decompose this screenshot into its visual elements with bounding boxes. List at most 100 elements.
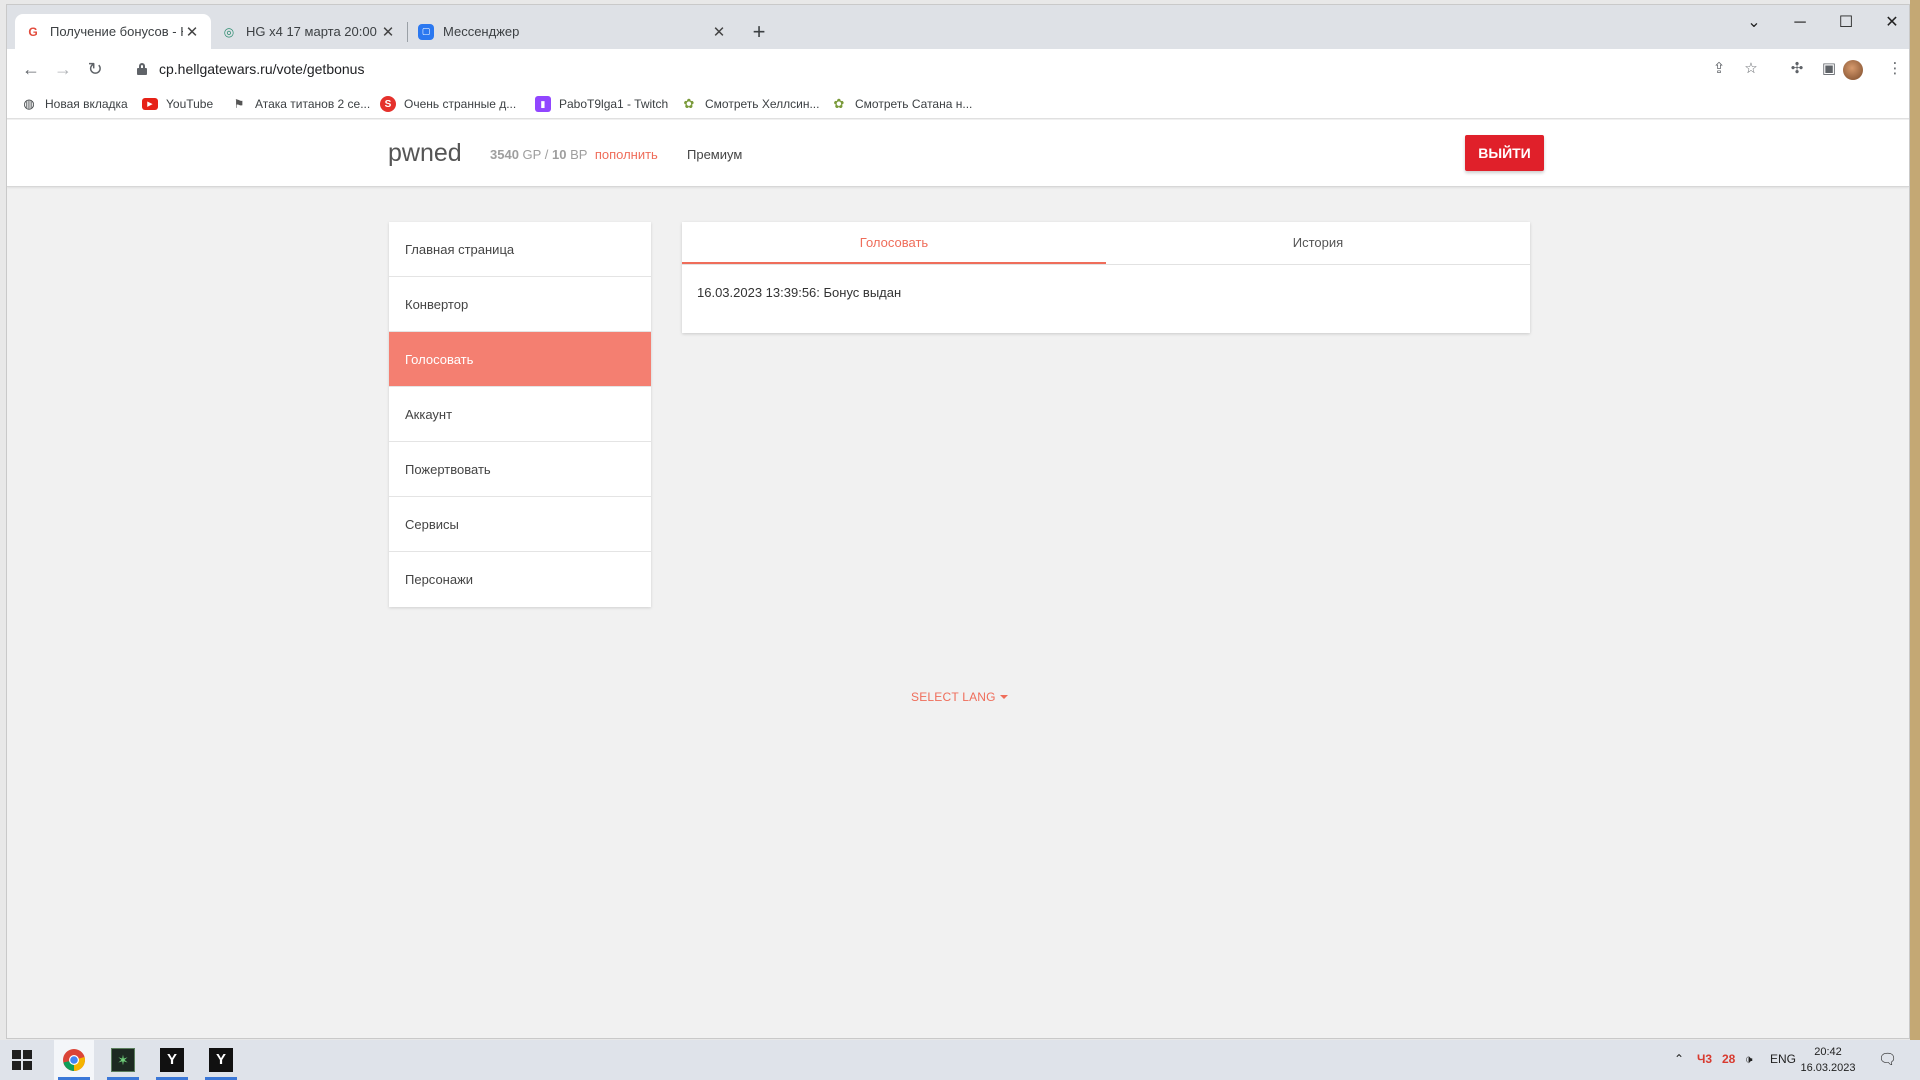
- premium-link[interactable]: Премиум: [687, 147, 742, 162]
- site-icon: ✿: [833, 96, 845, 111]
- bookmarks-bar: ◍ Новая вкладка ▶ YouTube ⚑ Атака титано…: [7, 89, 1909, 119]
- tab-title: HG x4 17 марта 20:00 | Марафон: [246, 24, 379, 39]
- bookmark-label: Атака титанов 2 се...: [255, 97, 371, 111]
- app-icon: ✶: [111, 1048, 135, 1072]
- bookmark-label: Очень странные д...: [404, 97, 517, 111]
- menu-icon[interactable]: ⋮: [1881, 55, 1909, 83]
- gp-amount: 3540: [490, 147, 519, 162]
- taskbar: ✶ Y Y ⌃ Ч3 28 🕩 ENG 20:42 16.03.2023 🗨: [0, 1040, 1920, 1080]
- avatar[interactable]: [1843, 60, 1863, 80]
- desktop-background-strip: [1910, 0, 1920, 1040]
- taskbar-chrome[interactable]: [54, 1040, 94, 1080]
- volume-icon[interactable]: 🕩: [1745, 1052, 1753, 1067]
- tray-indicator[interactable]: Ч3: [1697, 1052, 1712, 1066]
- chrome-icon: [63, 1049, 85, 1071]
- tab-title: Получение бонусов - Hellgate W: [50, 24, 183, 39]
- tab-marathon[interactable]: ◎ HG x4 17 марта 20:00 | Марафон ✕: [211, 14, 407, 49]
- bookmark-item[interactable]: ✿ Смотреть Хеллсин...: [681, 95, 820, 113]
- browser-toolbar: ← → ↻ cp.hellgatewars.ru/vote/getbonus ⇪…: [7, 49, 1909, 89]
- extensions-icon[interactable]: ✣: [1783, 55, 1811, 83]
- back-icon[interactable]: ←: [17, 55, 45, 83]
- select-lang-dropdown[interactable]: SELECT LANG: [911, 690, 1008, 704]
- select-lang-label: SELECT LANG: [911, 690, 996, 704]
- bp-unit: BP: [570, 147, 588, 162]
- bookmark-item[interactable]: ▮ PaboT9lga1 - Twitch: [535, 95, 668, 113]
- anime-icon: ⚑: [233, 97, 245, 111]
- sidebar-item-converter[interactable]: Конвертор: [389, 277, 651, 332]
- bookmark-item[interactable]: ✿ Смотреть Сатана н...: [831, 95, 973, 113]
- logout-button[interactable]: ВЫЙТИ: [1465, 135, 1544, 171]
- clock-time: 20:42: [1814, 1046, 1842, 1058]
- tab-vote[interactable]: Голосовать: [682, 222, 1106, 264]
- bookmark-label: Новая вкладка: [45, 97, 128, 111]
- language-indicator[interactable]: ENG: [1770, 1052, 1796, 1066]
- bookmark-label: PaboT9lga1 - Twitch: [559, 97, 669, 111]
- tab-search-icon[interactable]: ⌄: [1731, 9, 1777, 37]
- sidebar-item-home[interactable]: Главная страница: [389, 222, 651, 277]
- bookmark-item[interactable]: ◍ Новая вкладка: [21, 95, 128, 113]
- url-text: cp.hellgatewars.ru/vote/getbonus: [159, 61, 365, 77]
- side-panel-icon[interactable]: ▣: [1815, 55, 1843, 83]
- minimize-button[interactable]: ─: [1777, 9, 1823, 37]
- sidebar-item-services[interactable]: Сервисы: [389, 497, 651, 552]
- twitch-icon: ▮: [535, 96, 551, 112]
- tab-strip: G Получение бонусов - Hellgate W ✕ ◎ HG …: [7, 5, 1909, 49]
- close-icon[interactable]: ✕: [710, 23, 728, 41]
- messenger-icon: ▢: [418, 23, 434, 40]
- reload-icon[interactable]: ↻: [81, 55, 109, 83]
- bookmark-label: Смотреть Хеллсин...: [705, 97, 820, 111]
- share-icon[interactable]: ⇪: [1705, 55, 1733, 83]
- app-icon: Y: [160, 1048, 184, 1072]
- site-icon: ✿: [683, 96, 695, 111]
- taskbar-app[interactable]: ✶: [103, 1040, 143, 1080]
- windows-start-icon[interactable]: [12, 1050, 32, 1070]
- gp-unit: GP: [522, 147, 542, 162]
- new-tab-button[interactable]: +: [745, 19, 773, 47]
- globe-icon: ◎: [223, 24, 235, 39]
- address-bar[interactable]: cp.hellgatewars.ru/vote/getbonus: [125, 55, 1785, 83]
- balance: 3540 GP / 10 BP пополнить: [490, 147, 658, 162]
- bookmark-label: Смотреть Сатана н...: [855, 97, 973, 111]
- clock-date: 16.03.2023: [1800, 1062, 1856, 1074]
- bp-amount: 10: [551, 147, 567, 162]
- hellgate-icon: G: [28, 24, 38, 39]
- tray-indicator[interactable]: 28: [1722, 1052, 1735, 1066]
- taskbar-app[interactable]: Y: [201, 1040, 241, 1080]
- app-icon: Y: [209, 1048, 233, 1072]
- lock-icon: [137, 63, 147, 75]
- vote-result-text: 16.03.2023 13:39:56: Бонус выдан: [697, 285, 902, 300]
- forward-icon[interactable]: →: [49, 55, 77, 83]
- close-icon[interactable]: ✕: [379, 23, 397, 41]
- bookmark-label: YouTube: [166, 97, 214, 111]
- maximize-button[interactable]: ☐: [1823, 9, 1869, 37]
- sidebar-item-vote[interactable]: Голосовать: [389, 332, 651, 387]
- sidebar-item-characters[interactable]: Персонажи: [389, 552, 651, 607]
- close-window-button[interactable]: ✕: [1869, 9, 1909, 37]
- topup-link[interactable]: пополнить: [595, 147, 658, 162]
- tab-history[interactable]: История: [1106, 222, 1530, 264]
- close-icon[interactable]: ✕: [183, 23, 201, 41]
- balance-separator: /: [544, 147, 549, 162]
- sidebar-menu: Главная страница Конвертор Голосовать Ак…: [389, 222, 651, 607]
- bookmark-item[interactable]: S Очень странные д...: [380, 95, 516, 113]
- streaming-icon: S: [380, 96, 396, 112]
- sidebar-item-donate[interactable]: Пожертвовать: [389, 442, 651, 497]
- caret-down-icon: [999, 695, 1008, 699]
- site-header: pwned 3540 GP / 10 BP пополнить Премиум …: [7, 120, 1909, 187]
- bookmark-item[interactable]: ▶ YouTube: [142, 95, 213, 113]
- tab-hellgate[interactable]: G Получение бонусов - Hellgate W ✕: [15, 14, 211, 49]
- content-tabs: Голосовать История: [682, 222, 1530, 265]
- bookmark-item[interactable]: ⚑ Атака титанов 2 се...: [231, 95, 371, 113]
- site-brand[interactable]: pwned: [388, 139, 462, 168]
- globe-icon: ◍: [23, 96, 35, 111]
- tab-title: Мессенджер: [443, 24, 520, 39]
- notifications-icon[interactable]: 🗨: [1878, 1050, 1897, 1068]
- tray-chevron-icon[interactable]: ⌃: [1674, 1052, 1684, 1066]
- browser-window: G Получение бонусов - Hellgate W ✕ ◎ HG …: [6, 4, 1910, 1039]
- tab-messenger[interactable]: ▢ Мессенджер ✕: [408, 14, 738, 49]
- sidebar-item-account[interactable]: Аккаунт: [389, 387, 651, 442]
- clock[interactable]: 20:42 16.03.2023: [1794, 1044, 1862, 1076]
- bookmark-star-icon[interactable]: ☆: [1737, 55, 1765, 83]
- web-page: pwned 3540 GP / 10 BP пополнить Премиум …: [7, 120, 1909, 1038]
- taskbar-app[interactable]: Y: [152, 1040, 192, 1080]
